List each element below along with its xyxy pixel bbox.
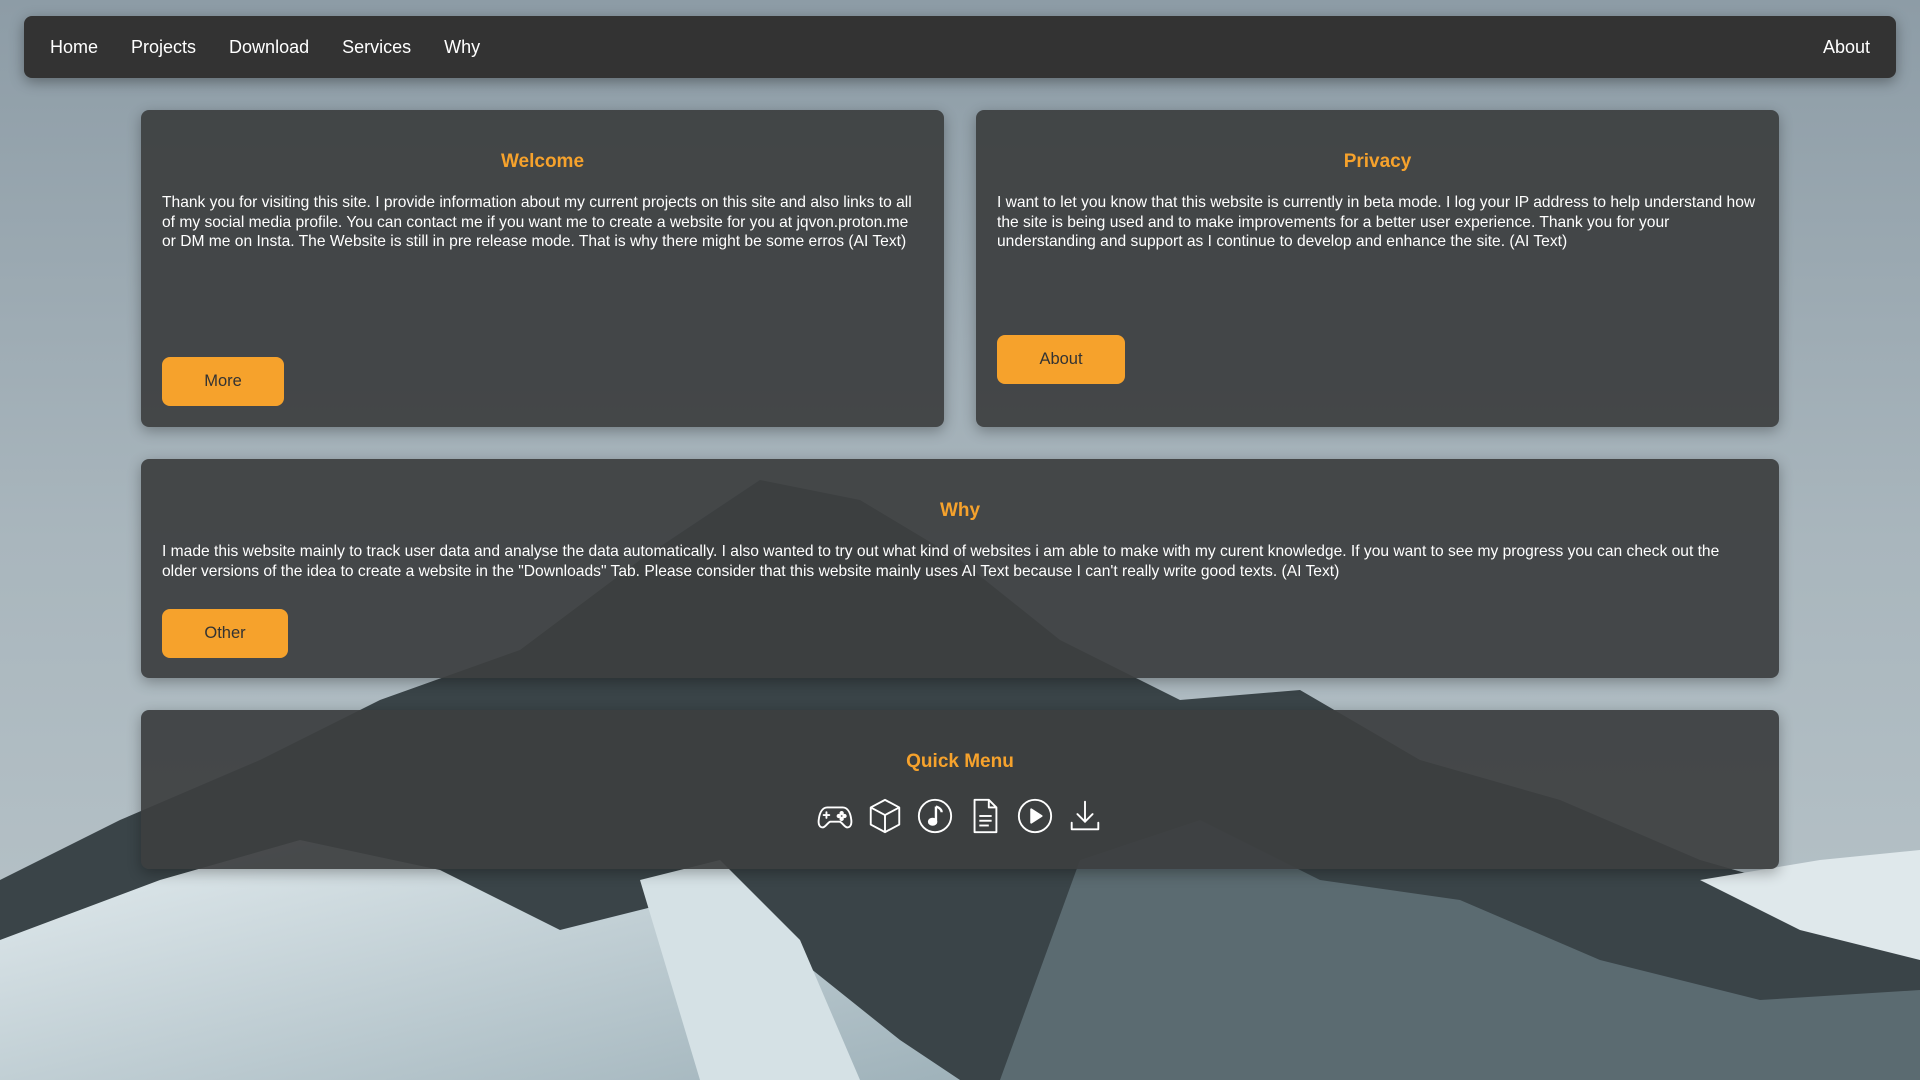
privacy-title: Privacy — [1343, 151, 1412, 172]
more-button[interactable]: More — [162, 357, 284, 406]
quick-menu-card: Quick Menu — [141, 710, 1779, 869]
top-navbar: Home Projects Download Services Why Abou… — [24, 16, 1896, 78]
why-title: Why — [939, 500, 981, 521]
nav-link-projects[interactable]: Projects — [131, 37, 196, 58]
nav-link-why[interactable]: Why — [444, 37, 480, 58]
welcome-card: Welcome Thank you for visiting this site… — [141, 110, 944, 427]
nav-links: Home Projects Download Services Why — [50, 37, 513, 58]
music-icon[interactable] — [915, 796, 955, 836]
nav-link-home[interactable]: Home — [50, 37, 98, 58]
about-button[interactable]: About — [997, 335, 1125, 384]
nav-right: About — [1823, 37, 1870, 58]
nav-link-about[interactable]: About — [1823, 37, 1870, 57]
why-card: Why I made this website mainly to track … — [141, 459, 1779, 678]
quick-menu-title: Quick Menu — [906, 751, 1014, 772]
nav-link-download[interactable]: Download — [229, 37, 309, 58]
gamepad-icon[interactable] — [815, 796, 855, 836]
quick-menu-icons — [141, 796, 1779, 836]
why-text: I made this website mainly to track user… — [162, 543, 1720, 580]
cube-icon[interactable] — [865, 796, 905, 836]
privacy-card: Privacy I want to let you know that this… — [976, 110, 1779, 427]
welcome-text: Thank you for visiting this site. I prov… — [162, 194, 912, 250]
welcome-title: Welcome — [500, 151, 585, 172]
other-button[interactable]: Other — [162, 609, 288, 658]
document-icon[interactable] — [965, 796, 1005, 836]
privacy-text: I want to let you know that this website… — [997, 194, 1756, 250]
nav-link-services[interactable]: Services — [342, 37, 411, 58]
download-icon[interactable] — [1065, 796, 1105, 836]
play-icon[interactable] — [1015, 796, 1055, 836]
